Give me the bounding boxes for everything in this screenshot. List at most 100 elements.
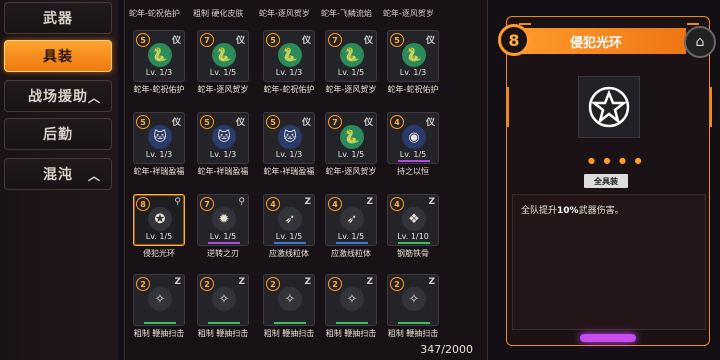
confirm-glow — [580, 334, 636, 342]
card-caption: 粗制 鞭抽扫击 — [263, 329, 315, 338]
collection-counter: 347/2000 — [420, 343, 473, 356]
card-caption: 蛇年-祥瑞盈福 — [133, 167, 185, 176]
card-caption: 蛇年-蛇祝佑护 — [129, 9, 180, 18]
rarity-bar — [398, 160, 430, 162]
card-level-badge: 4 — [390, 115, 404, 129]
card-level-text: Lv. 1/3 — [209, 150, 237, 159]
card-level-text: Lv. 1/5 — [145, 232, 173, 241]
equipment-card[interactable]: 7 ⚲ ✹ Lv. 1/5 — [197, 194, 249, 246]
detail-title: 侵犯光环 — [506, 28, 686, 54]
card-caption: 蛇年-祥瑞盈福 — [263, 167, 315, 176]
card-type-icon: Z — [366, 277, 373, 287]
sidebar-item-equipment[interactable]: 具装 — [4, 40, 112, 72]
chevron-up-icon: ︿ — [87, 91, 101, 105]
close-button[interactable]: ⌂ — [684, 26, 716, 58]
equipment-card[interactable]: 7 仪 🐍 Lv. 1/5 — [197, 30, 249, 82]
lucky-cat-icon: 🐱 — [148, 125, 172, 149]
card-level-badge: 5 — [390, 33, 404, 47]
diamond-sparkle-icon: ✧ — [278, 287, 302, 311]
card-type-icon: ⚲ — [174, 197, 181, 207]
card-type-icon: 仪 — [235, 36, 245, 46]
card-caption: 粗制 硬化皮肤 — [193, 9, 244, 18]
star-badge-icon: ✪ — [148, 207, 172, 231]
rarity-bar — [274, 242, 306, 244]
equipment-card[interactable]: 5 仪 🐱 Lv. 1/3 — [263, 112, 315, 164]
card-level-badge: 8 — [136, 197, 150, 211]
sidebar-item-label: 武器 — [43, 11, 73, 27]
sidebar-item-label: 战场援助 — [28, 89, 88, 105]
equipment-card[interactable]: 4 Z ➶ Lv. 1/5 — [263, 194, 315, 246]
card-type-icon: Z — [238, 277, 245, 287]
card-type-icon: Z — [304, 277, 311, 287]
sidebar-item-label: 混沌 — [43, 167, 73, 183]
card-caption: 蛇年-蛇祝佑护 — [133, 85, 185, 94]
card-level-text: Lv. 1/5 — [337, 232, 365, 241]
card-level-text: Lv. 1/3 — [145, 68, 173, 77]
gear-burst-icon: ✹ — [212, 207, 236, 231]
equipment-card[interactable]: 2 Z ✧ — [197, 274, 249, 326]
equipment-card[interactable]: 4 Z ➶ Lv. 1/5 — [325, 194, 377, 246]
card-level-badge: 2 — [200, 277, 214, 291]
close-icon: ⌂ — [695, 34, 705, 50]
card-level-badge: 5 — [266, 115, 280, 129]
equipment-card[interactable]: 5 仪 🐱 Lv. 1/3 — [197, 112, 249, 164]
card-level-text: Lv. 1/3 — [275, 150, 303, 159]
card-level-text: Lv. 1/5 — [337, 150, 365, 159]
card-level-text: Lv. 1/5 — [209, 68, 237, 77]
card-level-badge: 5 — [266, 33, 280, 47]
card-type-icon: 仪 — [425, 36, 435, 46]
card-level-badge: 4 — [328, 197, 342, 211]
sidebar-item-label: 具装 — [43, 49, 73, 65]
rarity-bar — [274, 322, 306, 324]
equipment-card[interactable]: 7 仪 🐍 Lv. 1/5 — [325, 30, 377, 82]
equipment-card[interactable]: 2 Z ✧ — [133, 274, 185, 326]
card-type-icon: Z — [304, 197, 311, 207]
swirl-icon: ◉ — [402, 125, 426, 149]
equipment-card[interactable]: 2 Z ✧ — [263, 274, 315, 326]
sparkle-cluster-icon: ❖ — [402, 207, 426, 231]
equipment-card[interactable]: 4 Z ❖ Lv. 1/10 — [387, 194, 439, 246]
card-caption: 逆转之刃 — [207, 249, 239, 258]
equipment-card[interactable]: 5 仪 🐍 Lv. 1/3 — [387, 30, 439, 82]
card-caption: 侵犯光环 — [143, 249, 175, 258]
snake-emblem-icon: 🐍 — [212, 43, 236, 67]
missile-icon: ➶ — [278, 207, 302, 231]
sidebar-item-chaos[interactable]: 混沌 ︿ — [4, 158, 112, 190]
card-caption: 蛇年-逐风贺岁 — [197, 85, 249, 94]
card-caption: 钢筋铁骨 — [397, 249, 429, 258]
card-level-badge: 7 — [200, 33, 214, 47]
sidebar-item-weapons[interactable]: 武器 — [4, 2, 112, 34]
equipment-card[interactable]: 2 Z ✧ — [325, 274, 377, 326]
snake-emblem-icon: 🐍 — [278, 43, 302, 67]
equipment-card[interactable]: 8 ⚲ ✪ Lv. 1/5 — [133, 194, 185, 246]
card-caption: 蛇年-逐风贺岁 — [325, 167, 377, 176]
lucky-cat-icon: 🐱 — [212, 125, 236, 149]
card-type-icon: 仪 — [425, 118, 435, 128]
card-caption: 粗制 鞭抽扫击 — [133, 329, 185, 338]
snake-emblem-icon: 🐍 — [148, 43, 172, 67]
rarity-bar — [336, 322, 368, 324]
card-caption: 蛇年-逐风贺岁 — [325, 85, 377, 94]
card-type-icon: 仪 — [301, 36, 311, 46]
equipment-card[interactable]: 4 仪 ◉ Lv. 1/5 — [387, 112, 439, 164]
card-level-text: Lv. 1/3 — [399, 68, 427, 77]
card-level-badge: 7 — [328, 115, 342, 129]
card-level-badge: 5 — [136, 33, 150, 47]
card-level-badge: 4 — [266, 197, 280, 211]
equipment-card[interactable]: 2 Z ✧ — [387, 274, 439, 326]
card-level-text: Lv. 1/3 — [275, 68, 303, 77]
card-caption: 粗制 鞭抽扫击 — [387, 329, 439, 338]
sidebar-item-logistics[interactable]: 后勤 — [4, 118, 112, 150]
diamond-sparkle-icon: ✧ — [402, 287, 426, 311]
equipment-card[interactable]: 5 仪 🐍 Lv. 1/3 — [263, 30, 315, 82]
card-caption: 应激线粒体 — [269, 249, 309, 258]
equipment-card[interactable]: 7 仪 🐍 Lv. 1/5 — [325, 112, 377, 164]
card-level-badge: 2 — [390, 277, 404, 291]
equipment-card[interactable]: 5 仪 🐱 Lv. 1/3 — [133, 112, 185, 164]
sidebar-item-battlefield-support[interactable]: 战场援助 ︿ — [4, 80, 112, 112]
card-type-icon: ⚲ — [238, 197, 245, 207]
equipment-card[interactable]: 5 仪 🐍 Lv. 1/3 — [133, 30, 185, 82]
page-dots: ● ● ● ● — [588, 156, 645, 165]
rarity-bar — [208, 322, 240, 324]
card-level-badge: 7 — [328, 33, 342, 47]
